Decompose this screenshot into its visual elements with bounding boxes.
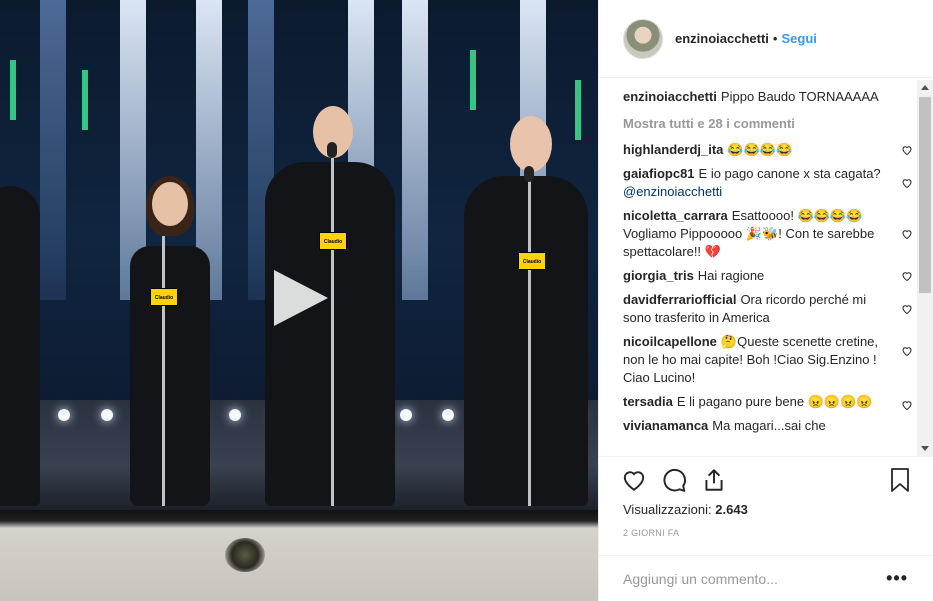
- share-icon[interactable]: [701, 467, 727, 493]
- post-video[interactable]: Claudio Claudio Claudio: [0, 0, 598, 601]
- comment-text: E li pagano pure bene 😠😠😠😠: [676, 394, 873, 409]
- performer-left-edge: [0, 146, 40, 506]
- comment-item: tersadia E li pagano pure bene 😠😠😠😠: [623, 393, 913, 411]
- post-header: enzinoiacchetti • Segui: [599, 0, 933, 78]
- heart-icon[interactable]: [901, 177, 913, 189]
- follow-button[interactable]: Segui: [781, 31, 816, 46]
- scrollbar-thumb[interactable]: [919, 97, 931, 293]
- username-link[interactable]: enzinoiacchetti: [675, 31, 769, 46]
- mention-link[interactable]: @enzinoiacchetti: [623, 184, 722, 199]
- performer-woman: Claudio: [120, 176, 220, 506]
- comment-icon[interactable]: [661, 467, 687, 493]
- views-count: Visualizzazioni: 2.643: [623, 502, 748, 517]
- caption-username[interactable]: enzinoiacchetti: [623, 89, 717, 104]
- stand-tag: Claudio: [319, 232, 347, 250]
- stand-tag: Claudio: [150, 288, 178, 306]
- views-label: Visualizzazioni:: [623, 502, 712, 517]
- comments-list[interactable]: enzinoiacchetti Pippo Baudo TORNAAAAA Mos…: [623, 88, 913, 456]
- views-number: 2.643: [715, 502, 748, 517]
- comment-item: gaiafiopc81 E io pago canone x sta cagata…: [623, 165, 913, 201]
- heart-icon[interactable]: [901, 345, 913, 357]
- comment-username[interactable]: nicoilcapellone: [623, 334, 717, 349]
- post-date[interactable]: 2 giorni fa: [623, 528, 679, 538]
- comment-username[interactable]: highlanderdj_ita: [623, 142, 723, 157]
- comment-text: Hai ragione: [697, 268, 765, 283]
- comment-item: davidferrariofficial Ora ricordo perché m…: [623, 291, 913, 327]
- post-sidebar: enzinoiacchetti • Segui enzinoiacchetti P…: [598, 0, 933, 601]
- tv-power-light: [225, 538, 265, 572]
- comment-username[interactable]: tersadia: [623, 394, 673, 409]
- show-all-comments-link[interactable]: Mostra tutti e 28 i commenti: [623, 116, 913, 131]
- post-actions: Visualizzazioni: 2.643 2 giorni fa •••: [599, 456, 933, 601]
- comment-username[interactable]: nicoletta_carrara: [623, 208, 728, 223]
- comments-scrollbar[interactable]: [917, 80, 933, 456]
- comment-item: nicoilcapellone 🤔Queste scenette cretine,…: [623, 333, 913, 387]
- more-options-button[interactable]: •••: [886, 568, 908, 589]
- post-caption: enzinoiacchetti Pippo Baudo TORNAAAAA: [623, 88, 913, 106]
- comment-username[interactable]: gaiafiopc81: [623, 166, 695, 181]
- comment-username[interactable]: vivianamanca: [623, 418, 708, 433]
- heart-icon[interactable]: [901, 399, 913, 411]
- comment-item: vivianamanca Ma magari...sai che: [623, 417, 913, 435]
- tv-bezel: [0, 510, 598, 601]
- comment-item: nicoletta_carrara Esattoooo! 😂😂😂😂Vogliamo…: [623, 207, 913, 261]
- comment-input[interactable]: [623, 564, 863, 594]
- scroll-down-arrow-icon[interactable]: [921, 446, 929, 451]
- heart-icon[interactable]: [901, 303, 913, 315]
- comment-text: E io pago canone x sta cagata?: [698, 166, 881, 181]
- comment-username[interactable]: davidferrariofficial: [623, 292, 736, 307]
- comment-item: giorgia_tris Hai ragione: [623, 267, 913, 285]
- scroll-up-arrow-icon[interactable]: [921, 85, 929, 90]
- comment-text: 😂😂😂😂: [727, 142, 793, 157]
- comment-item: highlanderdj_ita 😂😂😂😂: [623, 141, 913, 159]
- heart-icon[interactable]: [901, 144, 913, 156]
- comment-username[interactable]: giorgia_tris: [623, 268, 694, 283]
- caption-text: Pippo Baudo TORNAAAAA: [720, 89, 879, 104]
- heart-icon[interactable]: [621, 467, 647, 493]
- comment-text: Ma magari...sai che: [712, 418, 826, 433]
- bookmark-icon[interactable]: [888, 467, 912, 493]
- stand-tag: Claudio: [518, 252, 546, 270]
- performer-right: Claudio: [460, 116, 590, 506]
- add-comment-bar: •••: [599, 555, 933, 601]
- separator-dot: •: [772, 31, 778, 46]
- play-icon[interactable]: [268, 266, 332, 330]
- heart-icon[interactable]: [901, 228, 913, 240]
- avatar[interactable]: [623, 18, 663, 59]
- heart-icon[interactable]: [901, 270, 913, 282]
